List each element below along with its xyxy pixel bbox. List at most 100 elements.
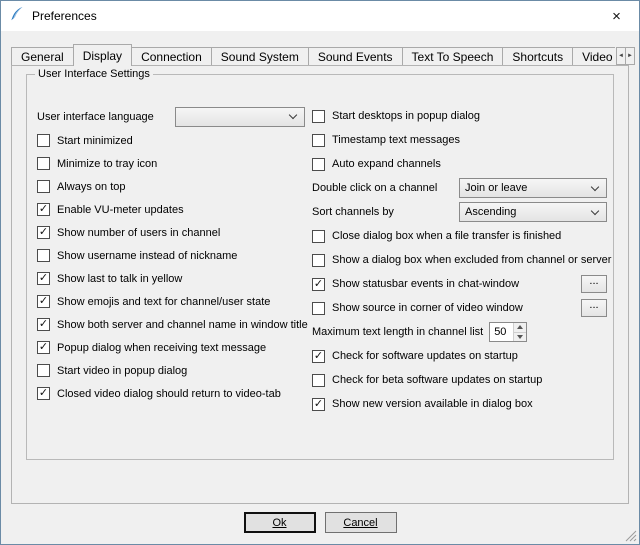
checkbox-indicator[interactable]	[37, 180, 50, 193]
checkbox-indicator[interactable]	[37, 157, 50, 170]
checkbox-indicator[interactable]: ✓	[312, 278, 325, 291]
tab-scroll-right-button[interactable]: ►	[625, 47, 635, 65]
right-column: Start desktops in popup dialog Timestamp…	[312, 104, 607, 416]
check-closed-video-return[interactable]: ✓ Closed video dialog should return to v…	[37, 382, 305, 405]
preferences-window: Preferences × General Display Connection…	[0, 0, 640, 545]
checkbox-label: Start minimized	[57, 135, 133, 147]
arrow-left-icon: ◄	[618, 53, 624, 59]
sort-channels-label: Sort channels by	[312, 206, 394, 218]
checkbox-indicator[interactable]	[312, 254, 325, 267]
checkbox-indicator[interactable]	[37, 249, 50, 262]
statusbar-events-more-button[interactable]: ...	[581, 275, 607, 293]
checkbox-indicator[interactable]: ✓	[37, 387, 50, 400]
checkbox-label: Show statusbar events in chat-window	[332, 278, 519, 290]
checkbox-indicator[interactable]: ✓	[37, 226, 50, 239]
statusbar-events-row[interactable]: ✓ Show statusbar events in chat-window .…	[312, 272, 607, 296]
tab-text-to-speech[interactable]: Text To Speech	[402, 47, 504, 65]
check-minimize-to-tray[interactable]: Minimize to tray icon	[37, 152, 305, 175]
checkbox-label: Show a dialog box when excluded from cha…	[332, 254, 611, 266]
check-show-username[interactable]: Show username instead of nickname	[37, 244, 305, 267]
checkbox-indicator[interactable]	[312, 134, 325, 147]
tab-connection[interactable]: Connection	[131, 47, 212, 65]
spinner-down-button[interactable]	[514, 333, 526, 342]
sort-channels-select[interactable]: Ascending	[459, 202, 607, 222]
tab-video[interactable]: Video	[572, 47, 615, 65]
checkbox-indicator[interactable]: ✓	[37, 272, 50, 285]
checkbox-indicator[interactable]: ✓	[37, 341, 50, 354]
tab-general[interactable]: General	[11, 47, 74, 65]
tab-shortcuts[interactable]: Shortcuts	[502, 47, 573, 65]
check-start-minimized[interactable]: Start minimized	[37, 129, 305, 152]
checkbox-indicator[interactable]: ✓	[37, 203, 50, 216]
tab-scrollers: ◄ ►	[616, 47, 635, 65]
check-show-emojis[interactable]: ✓ Show emojis and text for channel/user …	[37, 290, 305, 313]
checkbox-indicator[interactable]: ✓	[37, 295, 50, 308]
language-select[interactable]	[175, 107, 305, 127]
check-excluded-dialog[interactable]: Show a dialog box when excluded from cha…	[312, 248, 607, 272]
checkbox-indicator[interactable]	[312, 374, 325, 387]
arrow-down-icon	[517, 335, 523, 339]
checkbox-indicator[interactable]: ✓	[312, 398, 325, 411]
tab-label: Text To Speech	[412, 50, 494, 64]
checkbox-indicator[interactable]	[312, 158, 325, 171]
chevron-down-icon	[591, 206, 599, 214]
checkbox-label: Close dialog box when a file transfer is…	[332, 230, 561, 242]
checkbox-indicator[interactable]: ✓	[37, 318, 50, 331]
check-software-updates[interactable]: ✓ Check for software updates on startup	[312, 344, 607, 368]
checkbox-indicator[interactable]	[312, 302, 325, 315]
footer: Ok Cancel	[1, 512, 639, 533]
ok-button[interactable]: Ok	[244, 512, 316, 533]
cancel-button-label: Cancel	[343, 517, 377, 529]
checkbox-label: Show source in corner of video window	[332, 302, 523, 314]
more-label: ...	[589, 303, 598, 309]
check-popup-text-message[interactable]: ✓ Popup dialog when receiving text messa…	[37, 336, 305, 359]
tab-label: Shortcuts	[512, 50, 563, 64]
window-title: Preferences	[32, 9, 97, 23]
close-icon: ×	[612, 8, 621, 25]
checkbox-label: Enable VU-meter updates	[57, 204, 184, 216]
double-click-select[interactable]: Join or leave	[459, 178, 607, 198]
check-desktops-popup[interactable]: Start desktops in popup dialog	[312, 104, 607, 128]
checkbox-label: Start video in popup dialog	[57, 365, 187, 377]
check-always-on-top[interactable]: Always on top	[37, 175, 305, 198]
tab-sound-events[interactable]: Sound Events	[308, 47, 403, 65]
checkbox-label: Popup dialog when receiving text message	[57, 342, 266, 354]
max-text-length-spinner[interactable]: 50	[489, 322, 527, 342]
check-timestamp-messages[interactable]: Timestamp text messages	[312, 128, 607, 152]
video-source-more-button[interactable]: ...	[581, 299, 607, 317]
video-source-row[interactable]: Show source in corner of video window ..…	[312, 296, 607, 320]
checkbox-indicator[interactable]: ✓	[312, 350, 325, 363]
checkbox-indicator[interactable]	[312, 110, 325, 123]
close-button[interactable]: ×	[594, 1, 639, 31]
checkbox-label: Auto expand channels	[332, 158, 441, 170]
ok-button-label: Ok	[272, 517, 286, 529]
checkbox-label: Check for software updates on startup	[332, 350, 518, 362]
spinner-up-button[interactable]	[514, 323, 526, 333]
checkbox-label: Always on top	[57, 181, 125, 193]
checkbox-label: Show new version available in dialog box	[332, 398, 533, 410]
checkbox-indicator[interactable]	[37, 134, 50, 147]
check-last-to-talk[interactable]: ✓ Show last to talk in yellow	[37, 267, 305, 290]
check-close-on-transfer[interactable]: Close dialog box when a file transfer is…	[312, 224, 607, 248]
spinner-value: 50	[490, 323, 513, 341]
tab-label: Display	[83, 49, 122, 63]
check-new-version-dialog[interactable]: ✓ Show new version available in dialog b…	[312, 392, 607, 416]
checkbox-label: Show both server and channel name in win…	[57, 319, 308, 331]
check-auto-expand-channels[interactable]: Auto expand channels	[312, 152, 607, 176]
check-server-channel-title[interactable]: ✓ Show both server and channel name in w…	[37, 313, 305, 336]
chevron-down-icon	[591, 182, 599, 190]
tab-display[interactable]: Display	[73, 44, 132, 66]
cancel-button[interactable]: Cancel	[325, 512, 397, 533]
sort-channels-value: Ascending	[460, 206, 592, 218]
checkbox-label: Start desktops in popup dialog	[332, 110, 480, 122]
check-vu-meter-updates[interactable]: ✓ Enable VU-meter updates	[37, 198, 305, 221]
resize-grip[interactable]	[624, 529, 637, 542]
tab-pane: User Interface Settings User interface l…	[11, 65, 629, 504]
check-video-popup[interactable]: Start video in popup dialog	[37, 359, 305, 382]
checkbox-indicator[interactable]	[37, 364, 50, 377]
check-show-user-count[interactable]: ✓ Show number of users in channel	[37, 221, 305, 244]
checkbox-indicator[interactable]	[312, 230, 325, 243]
checkbox-label: Show emojis and text for channel/user st…	[57, 296, 270, 308]
check-beta-updates[interactable]: Check for beta software updates on start…	[312, 368, 607, 392]
tab-sound-system[interactable]: Sound System	[211, 47, 309, 65]
